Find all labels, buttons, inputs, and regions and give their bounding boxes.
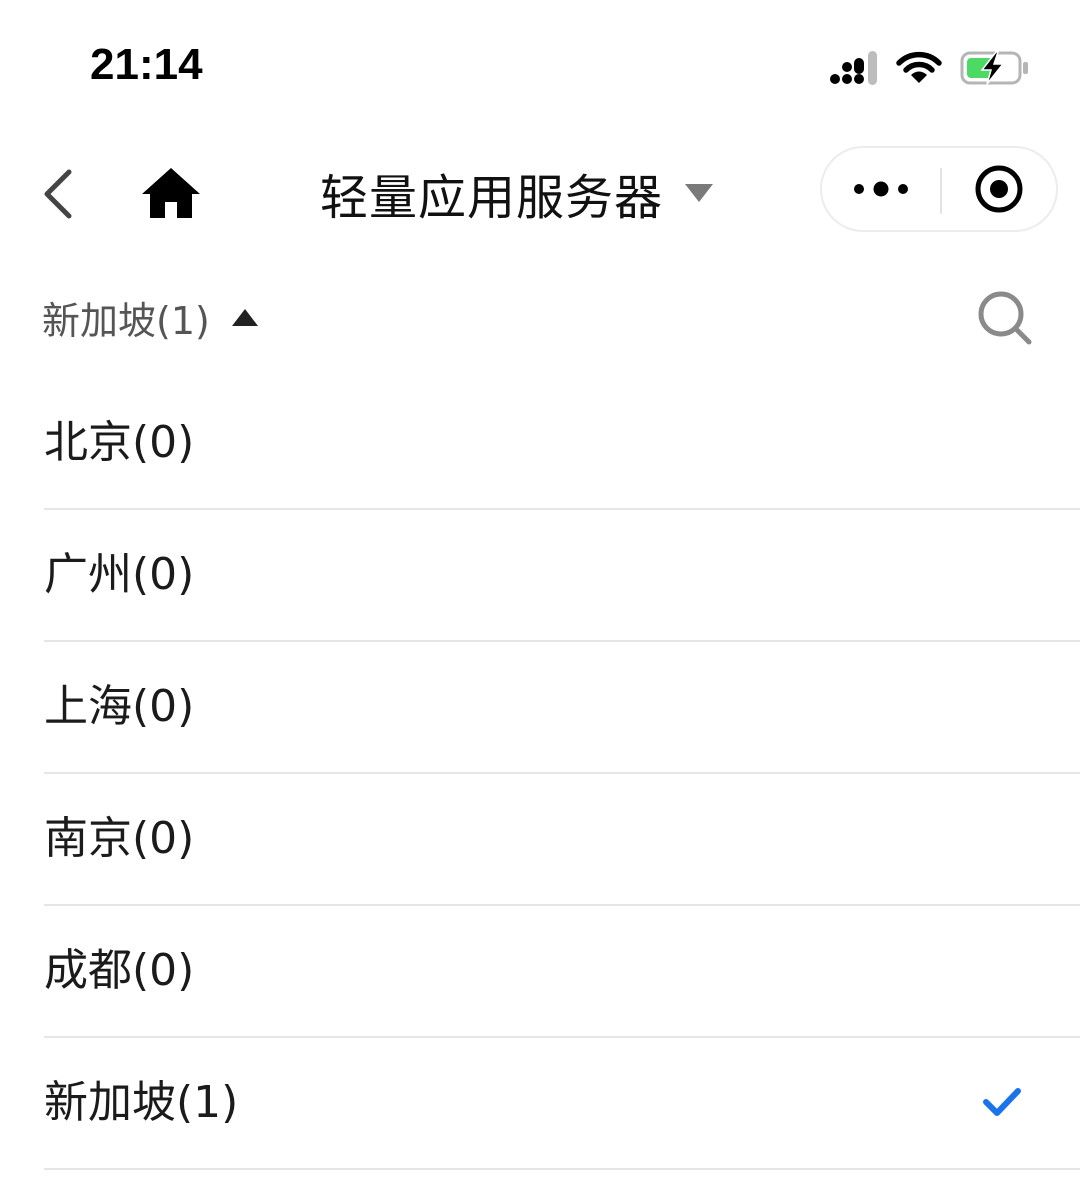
check-icon xyxy=(983,1088,1021,1116)
region-item-shanghai[interactable]: 上海(0) xyxy=(44,642,1080,774)
nav-bar: 轻量应用服务器 xyxy=(0,140,1080,245)
home-button[interactable] xyxy=(140,164,202,222)
region-item-nanjing[interactable]: 南京(0) xyxy=(44,774,1080,906)
status-time: 21:14 xyxy=(90,40,203,89)
nav-title-dropdown[interactable]: 轻量应用服务器 xyxy=(320,160,714,226)
region-item-singapore[interactable]: 新加坡(1) xyxy=(44,1038,1080,1170)
region-list: 北京(0) 广州(0) 上海(0) 南京(0) 成都(0) 新加坡(1) xyxy=(0,378,1080,1170)
region-item-label: 南京(0) xyxy=(44,813,195,864)
region-item-label: 新加坡(1) xyxy=(44,1077,239,1128)
region-item-label: 北京(0) xyxy=(44,417,195,468)
wifi-icon xyxy=(896,51,942,83)
region-dropdown-toggle[interactable]: 新加坡(1) xyxy=(42,290,258,345)
region-item-beijing[interactable]: 北京(0) xyxy=(44,378,1080,510)
caret-down-icon xyxy=(685,184,714,202)
more-button[interactable] xyxy=(822,148,940,230)
status-bar: 21:14 xyxy=(0,0,1080,130)
home-icon xyxy=(142,168,200,218)
region-item-guangzhou[interactable]: 广州(0) xyxy=(44,510,1080,642)
back-button[interactable] xyxy=(35,162,85,222)
nav-title: 轻量应用服务器 xyxy=(320,170,664,226)
region-item-label: 成都(0) xyxy=(44,945,195,996)
caret-up-icon xyxy=(231,309,258,326)
status-icons xyxy=(830,48,1030,88)
search-icon xyxy=(978,291,1032,345)
target-close-icon xyxy=(975,165,1023,213)
chevron-left-icon xyxy=(44,169,72,219)
region-item-label: 上海(0) xyxy=(44,681,195,732)
cellular-signal-icon xyxy=(830,51,877,85)
region-item-chengdu[interactable]: 成都(0) xyxy=(44,906,1080,1038)
region-header: 新加坡(1) xyxy=(0,268,1080,368)
close-button[interactable] xyxy=(942,148,1056,230)
battery-charging-icon xyxy=(960,51,1028,85)
current-region-label: 新加坡(1) xyxy=(42,299,210,343)
search-button[interactable] xyxy=(975,288,1035,348)
mini-program-capsule xyxy=(820,146,1058,232)
region-item-label: 广州(0) xyxy=(44,549,195,600)
more-dots-icon xyxy=(854,181,908,197)
